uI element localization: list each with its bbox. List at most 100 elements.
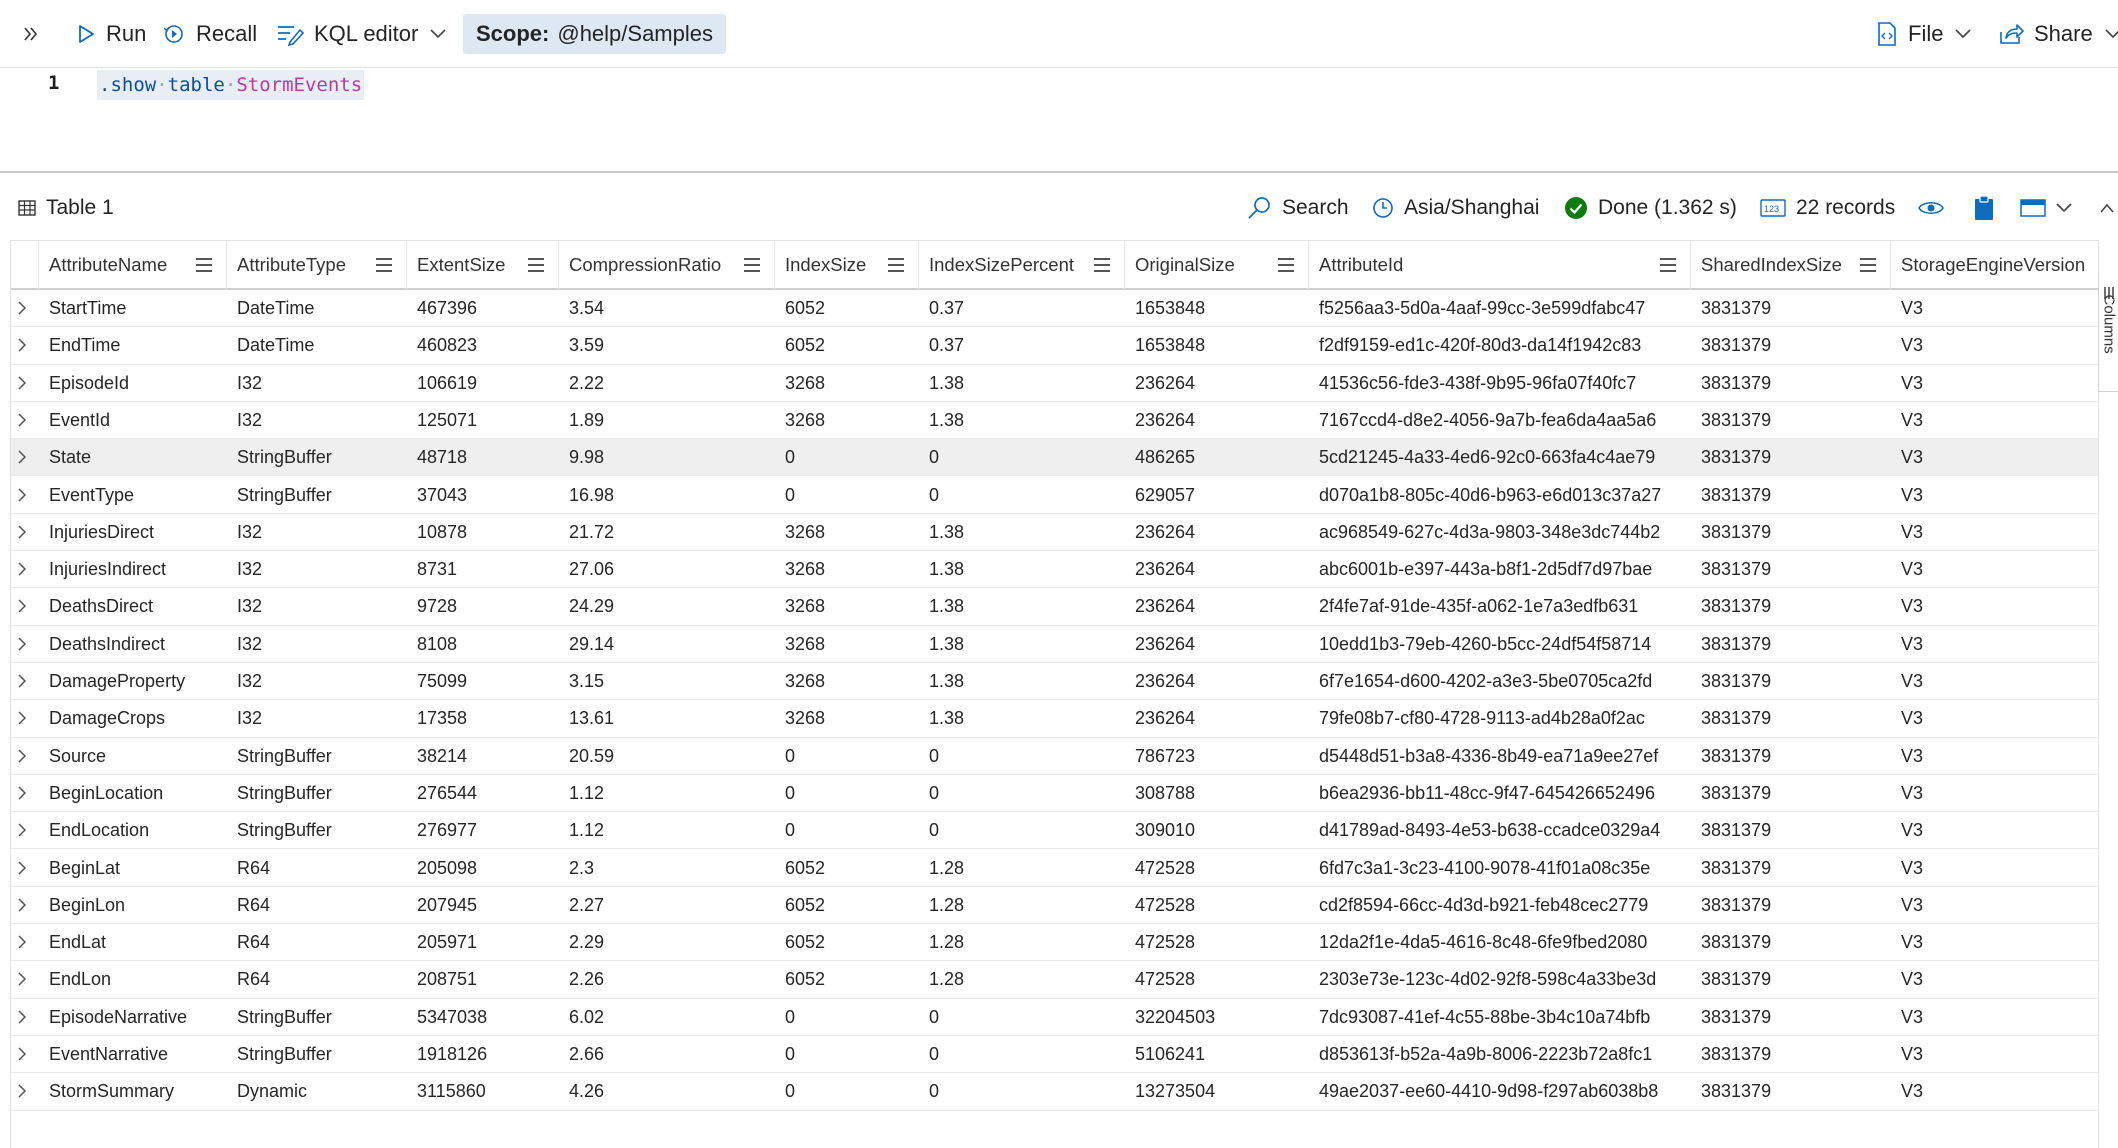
table-cell[interactable]: 0: [775, 1073, 919, 1110]
column-header-sharedindexsize[interactable]: SharedIndexSize: [1691, 241, 1891, 289]
table-cell[interactable]: 3268: [775, 626, 919, 663]
table-cell[interactable]: DeathsIndirect: [39, 626, 227, 663]
table-cell[interactable]: V3: [1891, 775, 2098, 812]
table-cell[interactable]: 17358: [407, 700, 559, 737]
table-cell[interactable]: 486265: [1125, 439, 1309, 476]
table-cell[interactable]: 2f4fe7af-91de-435f-a062-1e7a3edfb631: [1309, 588, 1691, 625]
table-cell[interactable]: 1653848: [1125, 327, 1309, 364]
table-cell[interactable]: 0: [775, 999, 919, 1036]
table-cell[interactable]: 2.27: [559, 887, 775, 924]
collapse-results-button[interactable]: [2100, 176, 2114, 240]
chevron-right-icon[interactable]: [15, 897, 29, 913]
table-cell[interactable]: 0: [919, 775, 1125, 812]
column-menu-icon[interactable]: [1278, 258, 1294, 272]
table-cell[interactable]: V3: [1891, 1036, 2098, 1073]
table-cell[interactable]: abc6001b-e397-443a-b8f1-2d5df7d97bae: [1309, 551, 1691, 588]
table-cell[interactable]: 20.59: [559, 738, 775, 775]
table-cell[interactable]: 3268: [775, 551, 919, 588]
chevron-right-icon[interactable]: [15, 636, 29, 652]
table-row[interactable]: EndLat R64 205971 2.29 6052 1.28 472528 12da2f1…: [11, 924, 2098, 962]
table-cell[interactable]: 1.38: [919, 588, 1125, 625]
table-cell[interactable]: I32: [227, 588, 407, 625]
copy-results-button[interactable]: [1974, 176, 1994, 240]
query-code-line[interactable]: .show · table · StormEvents: [97, 70, 365, 100]
column-menu-icon[interactable]: [196, 258, 212, 272]
chevron-right-icon[interactable]: [15, 375, 29, 391]
table-cell[interactable]: R64: [227, 924, 407, 961]
table-cell[interactable]: StringBuffer: [227, 775, 407, 812]
chevron-right-icon[interactable]: [15, 748, 29, 764]
table-cell[interactable]: 208751: [407, 961, 559, 998]
table-cell[interactable]: 6052: [775, 961, 919, 998]
table-cell[interactable]: 205971: [407, 924, 559, 961]
column-header-storageengineversion[interactable]: StorageEngineVersion: [1891, 241, 2098, 289]
table-cell[interactable]: 460823: [407, 327, 559, 364]
chevron-right-icon[interactable]: [15, 1083, 29, 1099]
table-cell[interactable]: 0: [919, 1073, 1125, 1110]
table-cell[interactable]: 236264: [1125, 588, 1309, 625]
file-menu-button[interactable]: File: [1876, 0, 1972, 68]
table-cell[interactable]: State: [39, 439, 227, 476]
table-cell[interactable]: StringBuffer: [227, 1036, 407, 1073]
table-cell[interactable]: I32: [227, 551, 407, 588]
table-cell[interactable]: 5106241: [1125, 1036, 1309, 1073]
table-cell[interactable]: V3: [1891, 551, 2098, 588]
table-row[interactable]: EventType StringBuffer 37043 16.98 0 0 629057 d…: [11, 477, 2098, 514]
table-cell[interactable]: 27.06: [559, 551, 775, 588]
run-button[interactable]: Run: [76, 0, 146, 68]
table-cell[interactable]: 472528: [1125, 924, 1309, 961]
chevron-right-icon[interactable]: [15, 934, 29, 950]
table-cell[interactable]: EndTime: [39, 327, 227, 364]
table-cell[interactable]: f5256aa3-5d0a-4aaf-99cc-3e599dfabc47: [1309, 290, 1691, 327]
table-cell[interactable]: I32: [227, 626, 407, 663]
chevron-right-icon[interactable]: [15, 412, 29, 428]
column-menu-icon[interactable]: [1094, 258, 1110, 272]
table-cell[interactable]: 3831379: [1691, 999, 1891, 1036]
chevron-right-icon[interactable]: [15, 710, 29, 726]
table-cell[interactable]: StartTime: [39, 290, 227, 327]
column-menu-icon[interactable]: [376, 258, 392, 272]
table-cell[interactable]: 1.12: [559, 775, 775, 812]
table-cell[interactable]: V3: [1891, 327, 2098, 364]
table-cell[interactable]: 3.59: [559, 327, 775, 364]
table-cell[interactable]: StringBuffer: [227, 439, 407, 476]
column-header-indexsizepercent[interactable]: IndexSizePercent: [919, 241, 1125, 289]
table-cell[interactable]: DateTime: [227, 327, 407, 364]
preview-toggle-button[interactable]: [1918, 176, 1944, 240]
table-cell[interactable]: V3: [1891, 514, 2098, 551]
table-cell[interactable]: 8108: [407, 626, 559, 663]
column-menu-icon[interactable]: [888, 258, 904, 272]
table-cell[interactable]: 24.29: [559, 588, 775, 625]
table-cell[interactable]: 9728: [407, 588, 559, 625]
table-cell[interactable]: 3831379: [1691, 812, 1891, 849]
table-cell[interactable]: 236264: [1125, 663, 1309, 700]
table-cell[interactable]: 1.28: [919, 850, 1125, 887]
table-cell[interactable]: 3831379: [1691, 439, 1891, 476]
table-cell[interactable]: I32: [227, 365, 407, 402]
column-header-attributetype[interactable]: AttributeType: [227, 241, 407, 289]
table-cell[interactable]: 3268: [775, 402, 919, 439]
table-cell[interactable]: V3: [1891, 961, 2098, 998]
table-cell[interactable]: 0.37: [919, 327, 1125, 364]
table-cell[interactable]: 3831379: [1691, 1036, 1891, 1073]
table-cell[interactable]: 0: [775, 738, 919, 775]
chevron-right-icon[interactable]: [15, 1046, 29, 1062]
table-cell[interactable]: 21.72: [559, 514, 775, 551]
table-cell[interactable]: 6.02: [559, 999, 775, 1036]
tab-table-1[interactable]: Table 1: [18, 176, 114, 240]
table-cell[interactable]: 3831379: [1691, 924, 1891, 961]
table-cell[interactable]: I32: [227, 663, 407, 700]
table-row[interactable]: EpisodeId I32 106619 2.22 3268 1.38 236264 4153…: [11, 365, 2098, 402]
table-cell[interactable]: V3: [1891, 365, 2098, 402]
table-cell[interactable]: 276544: [407, 775, 559, 812]
column-header-indexsize[interactable]: IndexSize: [775, 241, 919, 289]
table-row[interactable]: InjuriesDirect I32 10878 21.72 3268 1.38 23626…: [11, 514, 2098, 552]
table-cell[interactable]: 3831379: [1691, 663, 1891, 700]
table-cell[interactable]: 1.38: [919, 514, 1125, 551]
layout-dropdown-button[interactable]: [2020, 176, 2072, 240]
table-row[interactable]: StormSummary Dynamic 3115860 4.26 0 0 13273504…: [11, 1073, 2098, 1111]
recall-button[interactable]: Recall: [162, 0, 257, 68]
table-cell[interactable]: 10878: [407, 514, 559, 551]
search-button[interactable]: Search: [1246, 176, 1349, 240]
table-cell[interactable]: V3: [1891, 850, 2098, 887]
